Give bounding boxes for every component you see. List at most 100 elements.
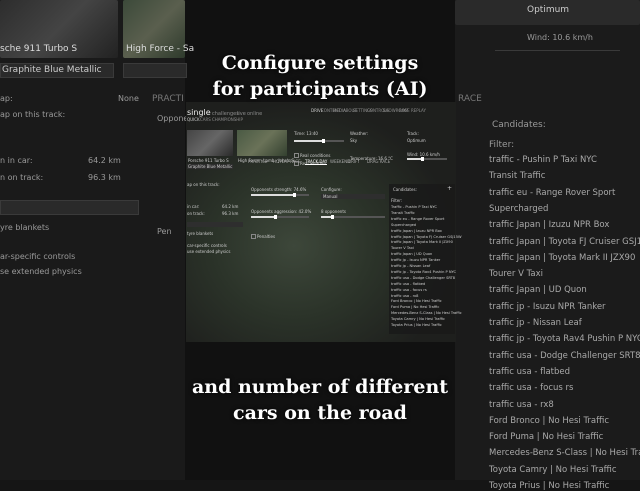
mode-tab[interactable]: RACE xyxy=(290,159,301,164)
caption-bottom-line-1: and number of different xyxy=(191,376,449,398)
mode-tab[interactable]: DRIFT xyxy=(348,159,360,164)
subtab-championship[interactable]: CHAMPIONSHIP xyxy=(212,117,243,122)
bg-candidate-item: Toyota Prius | No Hesi Traffic xyxy=(489,481,610,491)
bg-candidate-item: Ford Puma | No Hesi Traffic xyxy=(489,432,604,443)
track-preview[interactable] xyxy=(237,130,287,156)
bg-candidate-item: Mercedes-Benz S-Class | No Hesi Traffic xyxy=(489,448,640,459)
bg-candidate-item: Toyota Camry | No Hesi Traffic xyxy=(489,464,617,475)
bg-candidate-item: traffic - Pushin P Taxi NYC xyxy=(489,155,597,165)
candidates-filter[interactable]: Filter: xyxy=(391,198,402,203)
bg-label-on-track: ap on this track: xyxy=(0,110,66,119)
bg-label-in-car: n in car: xyxy=(0,156,33,165)
add-candidate-icon[interactable]: + xyxy=(447,185,452,192)
bg-candidate-item: traffic Japan | Toyota Mark II JZX90 xyxy=(489,252,636,263)
candidate-item[interactable]: Toyota Prius | No Hesi Traffic xyxy=(391,323,442,327)
bg-dropdown[interactable] xyxy=(0,200,139,215)
weather-value[interactable]: Sky xyxy=(350,138,357,143)
skin-value: Graphite Blue Metallic xyxy=(188,164,233,169)
extended-physics-label: use extended physics xyxy=(187,249,231,254)
candidate-item[interactable]: traffic jp - Isuzu NPR Tanker xyxy=(391,258,440,262)
bg-label-penalties: Pen xyxy=(157,227,172,236)
car-preview[interactable] xyxy=(187,130,233,156)
opponents-strength-slider[interactable] xyxy=(251,193,309,197)
bg-optimum: Optimum xyxy=(527,5,570,15)
candidate-item[interactable]: traffic usa - flatbed xyxy=(391,282,425,286)
bg-candidate-item: traffic usa - Dodge Challenger SRT8 xyxy=(489,350,640,361)
tyre-blankets-label: tyre blankets xyxy=(187,231,214,236)
bg-filter-label: Filter: xyxy=(489,140,515,150)
assists-select[interactable] xyxy=(187,222,243,227)
weather-label: Weather: xyxy=(350,131,369,136)
opponents-strength-label: Opponents strength: 74.6% xyxy=(251,187,307,192)
candidate-item[interactable]: Ford Puma | No Hesi Traffic xyxy=(391,305,439,309)
candidate-item[interactable]: Mercedes-Benz S-Class | No Hesi Traffic xyxy=(391,311,462,315)
subtab-cars[interactable]: CARS xyxy=(200,117,211,122)
bg-candidate-item: Transit Traffic xyxy=(489,171,546,182)
bg-candidate-item: traffic jp - Isuzu NPR Tanker xyxy=(489,301,606,312)
subtab-quick[interactable]: QUICK xyxy=(187,117,200,122)
bg-candidate-item: traffic Japan | Izuzu NPR Box xyxy=(489,220,610,231)
hotlap-on-track: ap on this track: xyxy=(187,182,220,187)
bg-candidate-item: traffic jp - Toyota Rav4 Pushin P NYC xyxy=(489,334,640,345)
bg-value-in-car: 64.2 km xyxy=(88,156,121,165)
caption-bottom-line-2: cars on the road xyxy=(233,402,407,424)
candidates-title: Candidates: xyxy=(393,187,417,192)
bg-candidate-item: Tourer V Taxi xyxy=(489,269,543,280)
candidate-item[interactable]: Traffic - Pushin P Taxi NYC xyxy=(391,205,437,209)
tab-online[interactable]: online xyxy=(247,111,262,117)
candidate-item[interactable]: traffic Japan | UD Quon xyxy=(391,252,432,256)
candidate-item[interactable]: Transit Traffic xyxy=(391,211,415,215)
in-car-value: 64.2 km xyxy=(222,204,239,209)
bg-candidates-label: Candidates: xyxy=(492,120,546,130)
on-track-value: 96.3 km xyxy=(222,211,239,216)
candidate-item[interactable]: traffic usa - Dodge Challenger SRT8 xyxy=(391,276,455,280)
penalties-checkbox[interactable] xyxy=(251,234,256,239)
track-state-value[interactable]: Optimum xyxy=(407,138,426,143)
configure-value: Manual xyxy=(323,194,338,199)
mode-tab[interactable]: TRACK DAY xyxy=(305,159,328,165)
candidate-item[interactable]: Supercharged xyxy=(391,223,416,227)
caption-top-line-1: Configure settings xyxy=(221,52,419,74)
bg-candidate-item: traffic jp - Nissan Leaf xyxy=(489,318,582,328)
mode-tab[interactable]: HOTLAP xyxy=(273,159,289,164)
bg-candidate-item: Supercharged xyxy=(489,203,549,214)
track-state-label: Track: xyxy=(407,131,419,136)
candidate-item[interactable]: traffic Japan | Toyota Mark II JZX90 xyxy=(391,240,453,244)
app-title: single xyxy=(187,108,211,117)
opponents-count-label: 8 opponents xyxy=(321,209,346,214)
car-name: Porsche 911 Turbo S xyxy=(188,158,229,163)
real-conditions-checkbox[interactable] xyxy=(294,153,299,158)
in-car-label: in car: xyxy=(187,204,200,209)
candidate-item[interactable]: traffic usa - rx8 xyxy=(391,294,418,298)
bg-candidate-item: traffic Japan | Toyota FJ Cruiser GSJ15W xyxy=(489,236,640,247)
bg-label-blankets: yre blankets xyxy=(0,223,50,232)
caption-top-line-2: for participants (AI) xyxy=(212,78,428,100)
candidate-item[interactable]: traffic Japan | Toyota FJ Cruiser GSJ15W xyxy=(391,235,462,239)
top-menu-item[interactable]: RACE xyxy=(399,108,410,113)
bg-value-on-track-dist: 96.3 km xyxy=(88,173,121,182)
candidate-item[interactable]: Ford Bronco | No Hesi Traffic xyxy=(391,299,442,303)
candidate-item[interactable]: Toyota Camry | No Hesi Traffic xyxy=(391,317,445,321)
candidate-item[interactable]: traffic Japan | Izuzu NPR Box xyxy=(391,229,442,233)
bg-candidate-item: traffic Japan | UD Quon xyxy=(489,285,587,296)
bg-wind: Wind: 10.6 km/h xyxy=(527,33,593,42)
mode-tab[interactable]: DRAG RACE xyxy=(367,159,390,164)
candidate-item[interactable]: traffic eu - Range Rover Sport xyxy=(391,217,444,221)
penalties-label: Penalties xyxy=(257,234,276,239)
candidate-item[interactable]: traffic jp - Nissan Leaf xyxy=(391,264,430,268)
candidate-item[interactable]: traffic usa - focus rs xyxy=(391,288,427,292)
top-menu-item[interactable]: REPLAY xyxy=(411,108,426,113)
bg-label-specific: ar-specific controls xyxy=(0,252,76,261)
time-slider[interactable] xyxy=(294,139,344,143)
wind-slider[interactable] xyxy=(407,157,447,161)
bg-label-on-track-dist: n on track: xyxy=(0,173,44,182)
opponents-aggression-slider[interactable] xyxy=(251,215,309,219)
candidate-item[interactable]: traffic jp - Toyota Rav4 Pushin P NYC xyxy=(391,270,456,274)
opponents-count-slider[interactable] xyxy=(321,215,385,219)
bg-candidate-item: traffic eu - Range Rover Sport xyxy=(489,187,616,198)
mode-tab[interactable]: PRACTICE xyxy=(248,159,267,164)
on-track-label: on track: xyxy=(187,211,205,216)
opponents-aggression-label: Opponents aggression: 42.0% xyxy=(251,209,312,214)
candidate-item[interactable]: Tourer V Taxi xyxy=(391,246,414,250)
time-label: Time: 13:40 xyxy=(294,131,318,136)
